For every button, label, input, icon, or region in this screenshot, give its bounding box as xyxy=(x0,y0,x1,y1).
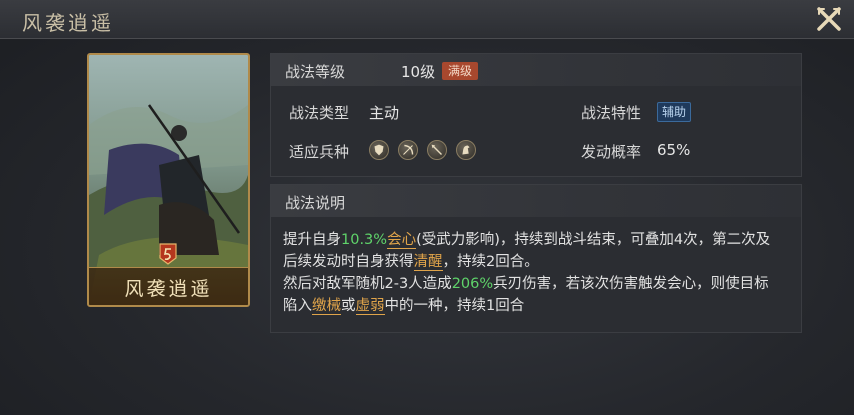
keyword-crit[interactable]: 会心 xyxy=(387,232,417,249)
skill-trait-badge: 辅助 xyxy=(657,102,692,122)
trigger-rate-value: 65% xyxy=(657,141,691,159)
description-heading: 战法说明 xyxy=(285,194,346,212)
bow-icon xyxy=(398,140,418,160)
stats-panel-header xyxy=(271,54,801,86)
desc-text: 中的一种，持续1回合 xyxy=(384,298,525,314)
keyword-sober[interactable]: 清醒 xyxy=(413,254,443,271)
max-level-badge: 满级 xyxy=(442,62,479,80)
desc-text: ，持续2回合。 xyxy=(442,254,539,270)
skill-card-name: 风袭逍遥 xyxy=(124,278,213,300)
shield-icon xyxy=(369,140,389,160)
description-panel: 战法说明 提升自身10.3%会心(受武力影响)，持续到战斗结束，可叠加4次，第二… xyxy=(270,184,802,333)
desc-text: 然后对敌军随机2-3人造成 xyxy=(283,276,452,292)
skill-type-value: 主动 xyxy=(369,104,400,122)
description-text: 提升自身10.3%会心(受武力影响)，持续到战斗结束，可叠加4次，第二次及后续发… xyxy=(283,229,783,317)
description-panel-header xyxy=(271,185,801,217)
skill-card-namebar: 风袭逍遥 xyxy=(89,267,248,305)
spear-icon xyxy=(427,140,447,160)
title-bar: 风袭逍遥 xyxy=(0,0,854,39)
stats-panel: 战法等级 10级 满级 战法类型 主动 战法特性 辅助 适应兵种 发动概率 65… xyxy=(270,53,802,177)
crit-bonus-value: 10.3% xyxy=(341,232,388,248)
skill-level-label: 战法等级 xyxy=(285,63,346,81)
skill-level-value: 10级 xyxy=(401,63,436,81)
skill-card: 风袭逍遥 xyxy=(87,53,250,307)
skill-trait-label: 战法特性 xyxy=(581,104,642,122)
damage-rate-value: 206% xyxy=(451,276,494,292)
desc-text: 或 xyxy=(341,298,356,314)
horse-icon xyxy=(456,140,476,160)
page-title: 风袭逍遥 xyxy=(22,11,114,35)
skill-type-label: 战法类型 xyxy=(289,104,350,122)
close-icon[interactable] xyxy=(816,6,842,32)
keyword-weakness[interactable]: 虚弱 xyxy=(355,298,385,315)
skill-type-badge-icon xyxy=(159,243,177,265)
troop-types-label: 适应兵种 xyxy=(289,143,350,161)
keyword-disarm[interactable]: 缴械 xyxy=(312,298,341,315)
trigger-rate-label: 发动概率 xyxy=(581,143,642,161)
desc-text: 提升自身 xyxy=(283,232,341,248)
